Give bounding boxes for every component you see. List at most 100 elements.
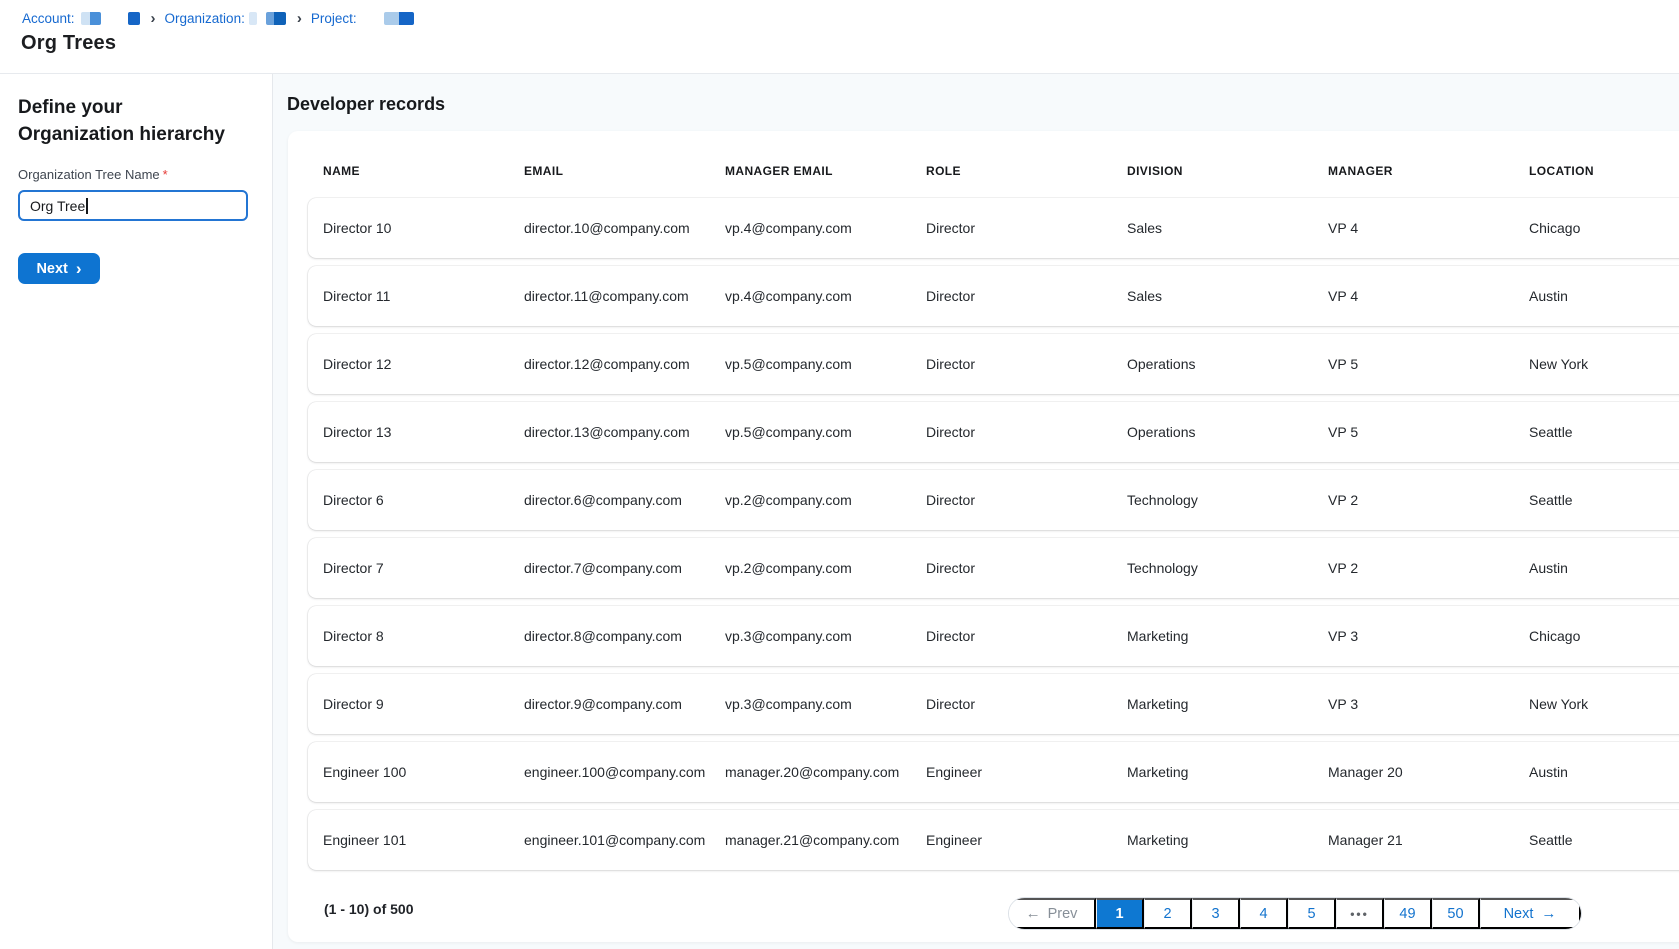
table-cell: Engineer 100 bbox=[323, 764, 524, 780]
table-cell: vp.5@company.com bbox=[725, 424, 926, 440]
table-cell: Engineer bbox=[926, 764, 1127, 780]
page-button[interactable]: 3 bbox=[1192, 898, 1240, 929]
table-row: Director 10director.10@company.comvp.4@c… bbox=[308, 198, 1679, 258]
chevron-right-icon bbox=[151, 11, 156, 26]
pagination-ellipsis: ••• bbox=[1336, 898, 1384, 929]
page-button[interactable]: 4 bbox=[1240, 898, 1288, 929]
table-cell: Director 12 bbox=[323, 356, 524, 372]
chevron-right-icon bbox=[76, 260, 82, 278]
sidebar-define-hierarchy: Define your Organization hierarchy Organ… bbox=[0, 74, 273, 949]
arrow-right-icon bbox=[1541, 905, 1556, 922]
table-cell: Director 11 bbox=[323, 288, 524, 304]
column-header: LOCATION bbox=[1529, 164, 1679, 178]
next-button[interactable]: Next bbox=[18, 253, 100, 284]
table-cell: Seattle bbox=[1529, 832, 1679, 848]
page-button[interactable]: 50 bbox=[1432, 898, 1480, 929]
table-cell: vp.2@company.com bbox=[725, 560, 926, 576]
page-button[interactable]: 2 bbox=[1144, 898, 1192, 929]
table-cell: director.9@company.com bbox=[524, 696, 725, 712]
table-row: Director 7director.7@company.comvp.2@com… bbox=[308, 538, 1679, 598]
column-header: EMAIL bbox=[524, 164, 725, 178]
table-row: Director 9director.9@company.comvp.3@com… bbox=[308, 674, 1679, 734]
next-page-button[interactable]: Next bbox=[1480, 898, 1581, 929]
redacted-account-value bbox=[128, 12, 140, 25]
page-title: Org Trees bbox=[21, 32, 116, 55]
table-cell: Director 6 bbox=[323, 492, 524, 508]
column-header: MANAGER bbox=[1328, 164, 1529, 178]
page-button[interactable]: 49 bbox=[1384, 898, 1432, 929]
table-cell: Austin bbox=[1529, 560, 1679, 576]
table-header-row: NAMEEMAILMANAGER EMAILROLEDIVISIONMANAGE… bbox=[323, 164, 1679, 178]
table-cell: vp.3@company.com bbox=[725, 628, 926, 644]
table-cell: director.6@company.com bbox=[524, 492, 725, 508]
redacted-organization-value bbox=[266, 12, 286, 25]
text-cursor bbox=[86, 198, 88, 214]
table-body: Director 10director.10@company.comvp.4@c… bbox=[308, 198, 1679, 878]
records-table-card: NAMEEMAILMANAGER EMAILROLEDIVISIONMANAGE… bbox=[288, 131, 1679, 942]
table-cell: Sales bbox=[1127, 220, 1328, 236]
next-button-label: Next bbox=[36, 261, 67, 277]
table-cell: Marketing bbox=[1127, 764, 1328, 780]
table-cell: Seattle bbox=[1529, 492, 1679, 508]
table-cell: New York bbox=[1529, 696, 1679, 712]
org-tree-name-label: Organization Tree Name* bbox=[18, 167, 254, 182]
table-cell: director.10@company.com bbox=[524, 220, 725, 236]
column-header: NAME bbox=[323, 164, 524, 178]
org-trees-screen: Account: Organization: Project: Org Tree… bbox=[0, 0, 1679, 949]
breadcrumb-organization-link[interactable]: Organization: bbox=[165, 11, 245, 26]
table-cell: Manager 20 bbox=[1328, 764, 1529, 780]
next-label: Next bbox=[1504, 906, 1534, 922]
table-cell: Technology bbox=[1127, 560, 1328, 576]
redacted-account-value bbox=[81, 12, 101, 25]
table-cell: Operations bbox=[1127, 424, 1328, 440]
table-cell: Operations bbox=[1127, 356, 1328, 372]
table-cell: VP 3 bbox=[1328, 628, 1529, 644]
table-cell: Chicago bbox=[1529, 220, 1679, 236]
table-cell: New York bbox=[1529, 356, 1679, 372]
table-cell: Director bbox=[926, 696, 1127, 712]
table-cell: Director 8 bbox=[323, 628, 524, 644]
table-cell: Engineer bbox=[926, 832, 1127, 848]
table-row: Engineer 101engineer.101@company.commana… bbox=[308, 810, 1679, 870]
table-row: Director 13director.13@company.comvp.5@c… bbox=[308, 402, 1679, 462]
table-cell: VP 5 bbox=[1328, 424, 1529, 440]
table-cell: Chicago bbox=[1529, 628, 1679, 644]
table-cell: director.8@company.com bbox=[524, 628, 725, 644]
org-tree-name-label-text: Organization Tree Name bbox=[18, 167, 160, 182]
table-cell: VP 3 bbox=[1328, 696, 1529, 712]
table-cell: vp.3@company.com bbox=[725, 696, 926, 712]
pagination: Prev 12345•••4950 Next bbox=[1008, 897, 1582, 930]
table-cell: Director bbox=[926, 560, 1127, 576]
table-cell: VP 2 bbox=[1328, 492, 1529, 508]
table-cell: engineer.101@company.com bbox=[524, 832, 725, 848]
table-cell: Director 13 bbox=[323, 424, 524, 440]
column-header: MANAGER EMAIL bbox=[725, 164, 926, 178]
table-cell: manager.20@company.com bbox=[725, 764, 926, 780]
pagination-summary: (1 - 10) of 500 bbox=[324, 901, 413, 917]
prev-label: Prev bbox=[1048, 906, 1078, 922]
org-tree-name-value: Org Tree bbox=[30, 198, 85, 214]
table-cell: Director bbox=[926, 492, 1127, 508]
table-cell: engineer.100@company.com bbox=[524, 764, 725, 780]
arrow-left-icon bbox=[1026, 905, 1041, 922]
table-cell: Director bbox=[926, 288, 1127, 304]
table-cell: Director 7 bbox=[323, 560, 524, 576]
table-cell: VP 4 bbox=[1328, 220, 1529, 236]
redacted-organization-value bbox=[249, 12, 257, 25]
column-header: DIVISION bbox=[1127, 164, 1328, 178]
page-button[interactable]: 5 bbox=[1288, 898, 1336, 929]
table-cell: director.13@company.com bbox=[524, 424, 725, 440]
table-row: Engineer 100engineer.100@company.commana… bbox=[308, 742, 1679, 802]
page-button[interactable]: 1 bbox=[1096, 898, 1144, 929]
top-header: Account: Organization: Project: Org Tree… bbox=[0, 0, 1679, 74]
breadcrumb-account-link[interactable]: Account: bbox=[22, 11, 75, 26]
table-cell: Seattle bbox=[1529, 424, 1679, 440]
table-cell: VP 4 bbox=[1328, 288, 1529, 304]
prev-page-button[interactable]: Prev bbox=[1009, 898, 1096, 929]
breadcrumb-project-link[interactable]: Project: bbox=[311, 11, 357, 26]
org-tree-name-input[interactable]: Org Tree bbox=[18, 190, 248, 221]
table-row: Director 6director.6@company.comvp.2@com… bbox=[308, 470, 1679, 530]
table-cell: Marketing bbox=[1127, 696, 1328, 712]
table-cell: Sales bbox=[1127, 288, 1328, 304]
table-cell: vp.5@company.com bbox=[725, 356, 926, 372]
